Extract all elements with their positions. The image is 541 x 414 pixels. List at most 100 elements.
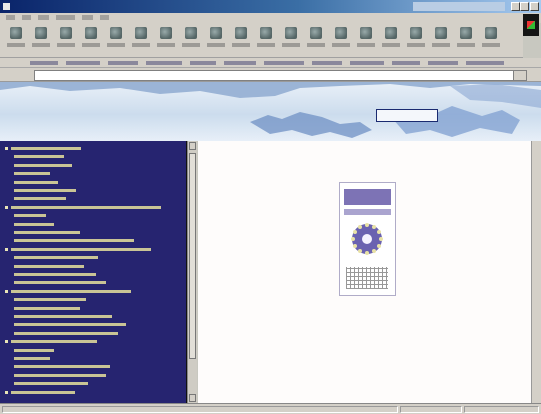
links-bar-item[interactable] xyxy=(392,61,420,65)
sidebar-item-label xyxy=(14,315,112,318)
links-bar-item[interactable] xyxy=(108,61,138,65)
help-button[interactable] xyxy=(431,27,451,53)
menu-favorites[interactable] xyxy=(56,15,75,20)
toolbar-button-label xyxy=(7,43,25,47)
stop-button[interactable] xyxy=(56,27,76,53)
sidebar-item[interactable] xyxy=(5,389,178,396)
sidebar-item[interactable] xyxy=(14,380,178,387)
sidebar-item[interactable] xyxy=(14,305,178,312)
links-bar-item[interactable] xyxy=(466,61,504,65)
go-button[interactable] xyxy=(513,70,527,81)
menu-file[interactable] xyxy=(6,15,15,20)
sidebar-item[interactable] xyxy=(14,279,178,286)
links-bar-item[interactable] xyxy=(428,61,458,65)
toolbar-button-label xyxy=(182,43,200,47)
menu-edit[interactable] xyxy=(22,15,31,20)
folder-button[interactable] xyxy=(356,27,376,53)
sidebar-item[interactable] xyxy=(14,153,178,160)
sidebar-item[interactable] xyxy=(5,145,178,152)
scrollbar-thumb[interactable] xyxy=(189,153,196,359)
maximize-button[interactable] xyxy=(520,2,529,11)
mail-button[interactable] xyxy=(206,27,226,53)
discuss-button[interactable] xyxy=(281,27,301,53)
sidebar-item-label xyxy=(14,382,88,386)
links-bar-item[interactable] xyxy=(224,61,256,65)
toolbar xyxy=(0,23,523,58)
sidebar-item[interactable] xyxy=(5,288,178,295)
window-title-bar[interactable] xyxy=(0,0,541,13)
sidebar-item[interactable] xyxy=(14,170,178,177)
sidebar-item-label xyxy=(14,357,50,360)
mail-icon xyxy=(210,27,222,39)
favorites-button[interactable] xyxy=(156,27,176,53)
links-bar-item[interactable] xyxy=(350,61,384,65)
links-bar-item[interactable] xyxy=(264,61,304,65)
bullet-icon xyxy=(5,390,8,394)
minimize-button[interactable] xyxy=(511,2,520,11)
tools-icon xyxy=(385,27,397,39)
sidebar-item-label xyxy=(11,205,161,209)
scroll-down-button[interactable] xyxy=(189,394,196,402)
links-bar-item[interactable] xyxy=(66,61,100,65)
sidebar-item[interactable] xyxy=(14,237,178,244)
sidebar-item[interactable] xyxy=(14,355,178,362)
sidebar-item[interactable] xyxy=(14,321,178,328)
sidebar-scrollbar[interactable] xyxy=(187,141,197,403)
sidebar-item[interactable] xyxy=(14,229,178,236)
history-button[interactable] xyxy=(181,27,201,53)
sidebar-item[interactable] xyxy=(14,363,178,370)
refresh-button[interactable] xyxy=(81,27,101,53)
sidebar-item[interactable] xyxy=(14,263,178,270)
links-bar-item[interactable] xyxy=(312,61,342,65)
sidebar-item[interactable] xyxy=(14,330,178,337)
tools-button[interactable] xyxy=(381,27,401,53)
search-button[interactable] xyxy=(131,27,151,53)
banner-search-box[interactable] xyxy=(376,109,438,122)
address-input[interactable] xyxy=(34,70,516,81)
sidebar-item[interactable] xyxy=(5,246,178,253)
sidebar-item[interactable] xyxy=(14,271,178,278)
favorites-icon xyxy=(160,27,172,39)
bullet-icon xyxy=(5,247,8,251)
sidebar-item[interactable] xyxy=(14,179,178,186)
edit-button[interactable] xyxy=(256,27,276,53)
menu-tools[interactable] xyxy=(82,15,93,20)
sidebar-item[interactable] xyxy=(14,254,178,261)
sidebar-item[interactable] xyxy=(14,313,178,320)
fullscreen-button[interactable] xyxy=(481,27,501,53)
size-button[interactable] xyxy=(456,27,476,53)
menu-help[interactable] xyxy=(100,15,109,20)
content-scrollbar[interactable] xyxy=(531,141,541,403)
fullscreen-icon xyxy=(485,27,497,39)
sidebar-item[interactable] xyxy=(14,195,178,202)
back-button[interactable] xyxy=(6,27,26,53)
toolbar-button-label xyxy=(32,43,50,47)
translate-button[interactable] xyxy=(406,27,426,53)
links-bar-item[interactable] xyxy=(190,61,216,65)
sidebar-item[interactable] xyxy=(14,187,178,194)
messenger-button[interactable] xyxy=(306,27,326,53)
menu-bar xyxy=(0,13,541,23)
sidebar-item[interactable] xyxy=(14,212,178,219)
scroll-up-button[interactable] xyxy=(189,142,196,150)
home-button[interactable] xyxy=(106,27,126,53)
sidebar-item[interactable] xyxy=(14,162,178,169)
links-bar-item[interactable] xyxy=(146,61,182,65)
print-button[interactable] xyxy=(231,27,251,53)
menu-view[interactable] xyxy=(38,15,49,20)
sidebar-item[interactable] xyxy=(5,204,178,211)
media-button[interactable] xyxy=(331,27,351,53)
toolbar-button-label xyxy=(432,43,450,47)
forward-button[interactable] xyxy=(31,27,51,53)
sidebar-item[interactable] xyxy=(14,347,178,354)
links-bar-item[interactable] xyxy=(30,61,58,65)
close-button[interactable] xyxy=(530,2,539,11)
sidebar-item[interactable] xyxy=(14,296,178,303)
toolbar-button-label xyxy=(157,43,175,47)
edit-icon xyxy=(260,27,272,39)
sidebar-item[interactable] xyxy=(14,221,178,228)
sidebar-item[interactable] xyxy=(14,372,178,379)
toolbar-button-label xyxy=(82,43,100,47)
sidebar-item[interactable] xyxy=(5,338,178,345)
sidebar-item-label xyxy=(14,214,46,218)
